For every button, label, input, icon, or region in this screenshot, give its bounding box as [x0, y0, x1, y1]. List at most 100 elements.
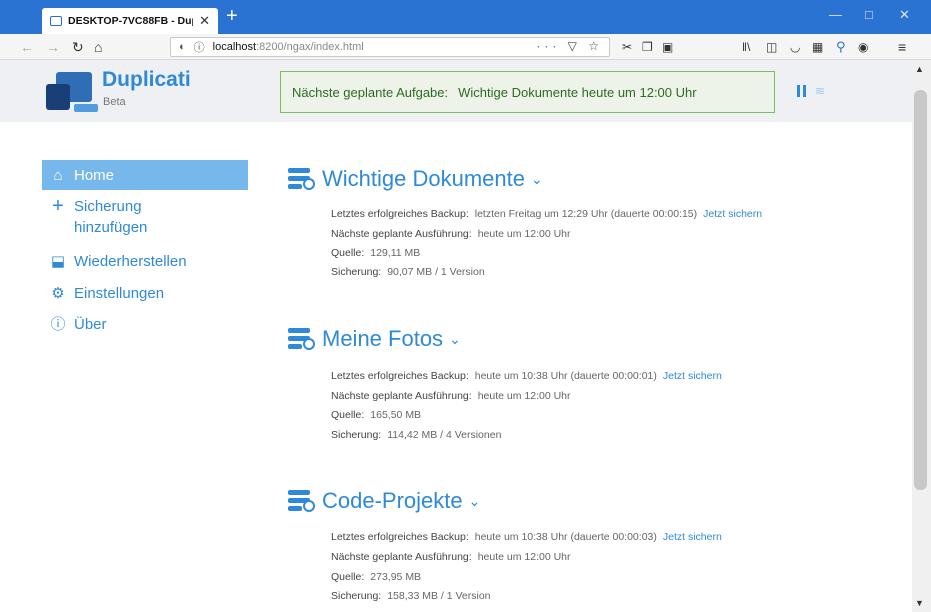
- last-backup-line: Letztes erfolgreiches Backup: heute um 10…: [331, 370, 722, 382]
- sidebar-item-label: Sicherung hinzufügen: [74, 198, 148, 236]
- sidebar-item-label: Über: [74, 316, 107, 333]
- scroll-down-icon[interactable]: ▼: [915, 598, 924, 608]
- backup-size-value: 158,33 MB / 1 Version: [387, 590, 491, 602]
- backup-name: Wichtige Dokumente: [322, 166, 525, 191]
- sidebar-item-restore[interactable]: ⬓ Wiederherstellen: [42, 251, 248, 272]
- database-icon: [288, 328, 318, 350]
- new-tab-button[interactable]: +: [226, 6, 238, 26]
- backup-size-line: Sicherung: 90,07 MB / 1 Version: [331, 266, 485, 278]
- last-backup-value: letzten Freitag um 12:29 Uhr (dauerte 00…: [474, 208, 698, 220]
- library-icon[interactable]: ‖\: [742, 38, 750, 56]
- sidebar-item-settings[interactable]: ⚙ Einstellungen: [42, 283, 248, 304]
- next-run-line: Nächste geplante Ausführung: heute um 12:…: [331, 551, 571, 563]
- backup-title[interactable]: Code-Projekte ⌄: [288, 488, 480, 514]
- chevron-down-icon[interactable]: ⌄: [469, 493, 481, 510]
- chevron-down-icon[interactable]: ⌄: [531, 171, 543, 188]
- browser-navbar: ← → ↻ ⌂ ◐ ⓘ localhost :8200/ngax/index.h…: [0, 34, 931, 60]
- next-run-line: Nächste geplante Ausführung: heute um 12:…: [331, 228, 571, 240]
- info-icon: ⓘ: [50, 316, 66, 333]
- backup-size-value: 114,42 MB / 4 Versionen: [387, 429, 502, 441]
- paste-icon[interactable]: ▣: [662, 38, 673, 56]
- database-icon: [288, 490, 318, 512]
- chevron-down-icon[interactable]: ⌄: [449, 331, 461, 348]
- sidebar-item-label: Einstellungen: [74, 285, 165, 302]
- notice-label: Nächste geplante Aufgabe:: [292, 84, 449, 100]
- last-backup-label: Letztes erfolgreiches Backup:: [331, 370, 469, 382]
- shield-icon[interactable]: ◐: [179, 41, 186, 53]
- restore-icon: ⬓: [50, 253, 66, 270]
- next-task-notice: Nächste geplante Aufgabe: Wichtige Dokum…: [280, 71, 775, 113]
- pocket-icon[interactable]: ◡: [790, 38, 800, 56]
- copy-icon[interactable]: ❐: [642, 38, 653, 56]
- source-value: 129,11 MB: [370, 247, 421, 259]
- backup-now-link[interactable]: Jetzt sichern: [703, 208, 762, 220]
- source-label: Quelle:: [331, 571, 365, 583]
- maximize-button[interactable]: □: [865, 7, 873, 22]
- backup-size-label: Sicherung:: [331, 429, 382, 441]
- last-backup-line: Letztes erfolgreiches Backup: letzten Fre…: [331, 208, 762, 220]
- notice-value: Wichtige Dokumente heute um 12:00 Uhr: [458, 84, 697, 100]
- last-backup-label: Letztes erfolgreiches Backup:: [331, 531, 469, 543]
- tab-title: DESKTOP-7VC88FB - Duplicati: [68, 15, 193, 27]
- close-window-button[interactable]: ✕: [899, 7, 910, 23]
- throttle-icon[interactable]: ≋: [815, 84, 825, 98]
- reload-icon[interactable]: ↻: [72, 38, 84, 56]
- source-value: 165,50 MB: [370, 409, 422, 421]
- backup-title[interactable]: Wichtige Dokumente ⌄: [288, 166, 543, 192]
- next-run-value: heute um 12:00 Uhr: [477, 390, 571, 402]
- minimize-button[interactable]: —: [829, 7, 842, 22]
- source-line: Quelle: 129,11 MB: [331, 247, 420, 259]
- forward-icon[interactable]: →: [46, 38, 60, 56]
- plus-icon: +: [52, 195, 64, 217]
- backup-name: Meine Fotos: [322, 326, 444, 351]
- cut-icon[interactable]: ✂: [622, 38, 632, 56]
- next-run-value: heute um 12:00 Uhr: [477, 228, 571, 240]
- backup-title[interactable]: Meine Fotos ⌄: [288, 326, 461, 352]
- scrollbar-thumb[interactable]: [914, 90, 927, 490]
- url-host: localhost: [212, 41, 257, 53]
- home-browser-icon[interactable]: ⌂: [94, 38, 102, 56]
- url-path: :8200/ngax/index.html: [256, 41, 364, 53]
- last-backup-value: heute um 10:38 Uhr (dauerte 00:00:03): [474, 531, 657, 543]
- next-run-label: Nächste geplante Ausführung:: [331, 390, 472, 402]
- menu-icon[interactable]: ≡: [898, 38, 906, 56]
- sidebar-toggle-icon[interactable]: ◫: [766, 38, 777, 56]
- brand-beta: Beta: [103, 96, 126, 108]
- search-icon[interactable]: ⚲: [836, 38, 846, 56]
- last-backup-label: Letztes erfolgreiches Backup:: [331, 208, 469, 220]
- brand-name[interactable]: Duplicati: [102, 68, 191, 92]
- next-run-value: heute um 12:00 Uhr: [477, 551, 571, 563]
- source-line: Quelle: 273,95 MB: [331, 571, 421, 583]
- browser-tab[interactable]: DESKTOP-7VC88FB - Duplicati ✕: [42, 8, 218, 34]
- pause-icon[interactable]: [797, 85, 807, 97]
- sidebar-item-home[interactable]: ⌂ Home: [42, 160, 248, 190]
- source-label: Quelle:: [331, 409, 365, 421]
- extensions-icon[interactable]: ▦: [812, 38, 823, 56]
- sidebar-item-label: Home: [74, 166, 115, 184]
- duplicati-logo-icon[interactable]: [46, 72, 98, 116]
- page-actions-icon[interactable]: ··· ▽ ☆: [536, 39, 603, 53]
- source-line: Quelle: 165,50 MB: [331, 409, 421, 421]
- sidebar-item-about[interactable]: ⓘ Über: [42, 314, 248, 335]
- address-bar[interactable]: ◐ ⓘ localhost :8200/ngax/index.html ··· …: [170, 37, 610, 57]
- sidebar-item-add-backup[interactable]: + Sicherung hinzufügen: [42, 196, 182, 238]
- account-icon[interactable]: ◉: [858, 38, 868, 56]
- backup-now-link[interactable]: Jetzt sichern: [663, 531, 722, 543]
- duplicati-favicon-icon: [50, 16, 62, 26]
- tab-close-icon[interactable]: ✕: [199, 13, 210, 29]
- last-backup-value: heute um 10:38 Uhr (dauerte 00:00:01): [474, 370, 657, 382]
- next-run-label: Nächste geplante Ausführung:: [331, 228, 472, 240]
- backup-now-link[interactable]: Jetzt sichern: [663, 370, 722, 382]
- info-icon[interactable]: ⓘ: [194, 39, 205, 55]
- back-icon[interactable]: ←: [20, 38, 34, 56]
- scroll-up-icon[interactable]: ▲: [915, 64, 924, 74]
- backup-size-line: Sicherung: 114,42 MB / 4 Versionen: [331, 429, 501, 441]
- backup-size-label: Sicherung:: [331, 266, 382, 278]
- source-value: 273,95 MB: [370, 571, 422, 583]
- source-label: Quelle:: [331, 247, 365, 259]
- backup-name: Code-Projekte: [322, 488, 463, 513]
- sidebar-item-label: Wiederherstellen: [74, 253, 187, 270]
- last-backup-line: Letztes erfolgreiches Backup: heute um 10…: [331, 531, 722, 543]
- backup-size-line: Sicherung: 158,33 MB / 1 Version: [331, 590, 491, 602]
- backup-size-value: 90,07 MB / 1 Version: [387, 266, 485, 278]
